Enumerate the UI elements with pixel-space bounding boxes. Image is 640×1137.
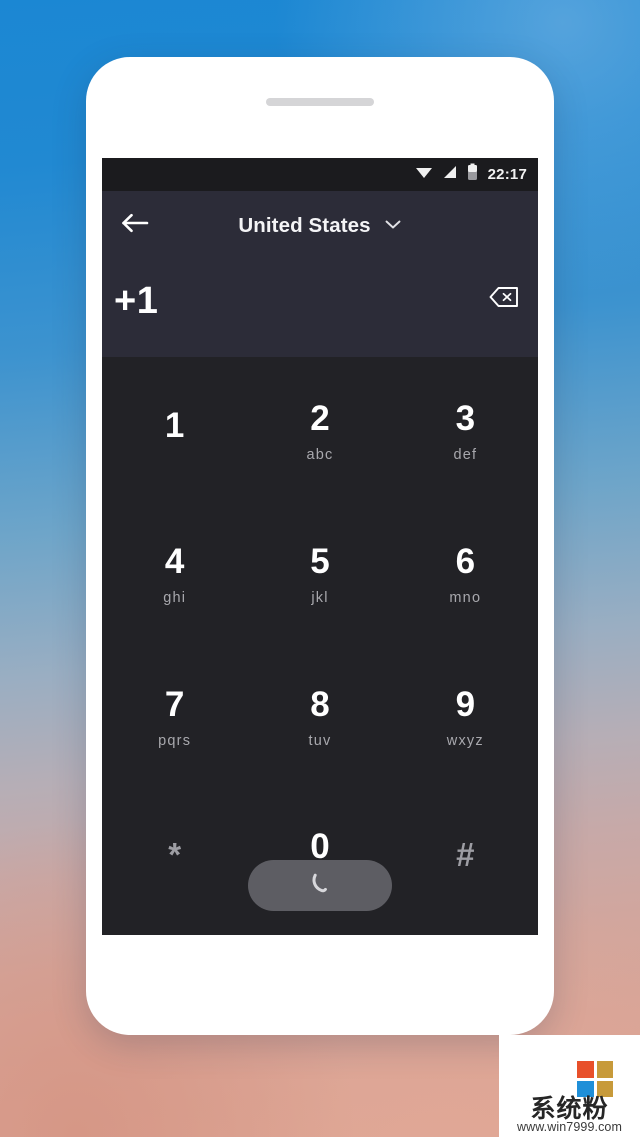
logo-tile-gold-tr xyxy=(596,1061,613,1078)
watermark-url: www.win7999.com xyxy=(516,1120,622,1134)
call-button[interactable] xyxy=(248,860,392,911)
dial-key-3[interactable]: 3 def xyxy=(393,363,538,506)
battery-icon xyxy=(467,163,478,186)
wifi-icon xyxy=(415,164,433,185)
status-bar: 22:17 xyxy=(102,158,538,191)
phone-device-frame: 22:17 United States +1 1 2 abc 3 def 4 g… xyxy=(86,57,554,1035)
phone-handset-icon xyxy=(307,871,333,900)
signal-icon xyxy=(442,164,458,185)
dial-pad-row: 4 ghi 5 jkl 6 mno xyxy=(102,506,538,649)
dial-key-6[interactable]: 6 mno xyxy=(393,506,538,649)
dial-key-digit: 9 xyxy=(455,684,476,724)
speaker-grille xyxy=(266,98,374,106)
dial-key-4[interactable]: 4 ghi xyxy=(102,506,247,649)
dial-key-digit: 8 xyxy=(310,684,330,724)
dial-key-digit: # xyxy=(456,836,475,873)
back-arrow-icon xyxy=(121,212,149,239)
logo-tile-red xyxy=(577,1061,594,1078)
dial-pad-row: 1 2 abc 3 def xyxy=(102,363,538,506)
phone-number-field[interactable]: +1 xyxy=(102,260,538,357)
dial-key-digit: 7 xyxy=(164,684,185,724)
windows-logo-icon xyxy=(577,1061,613,1097)
dial-key-digit: 4 xyxy=(164,541,185,581)
dial-key-letters: mno xyxy=(449,589,482,606)
watermark: 系统粉 www.win7999.com xyxy=(499,1035,640,1137)
dial-key-digit: 3 xyxy=(455,398,476,438)
dial-key-letters: tuv xyxy=(308,732,332,749)
dial-key-letters: jkl xyxy=(311,589,329,606)
dial-pad: 1 2 abc 3 def 4 ghi 5 jkl 6 mno 7 pqrs 8… xyxy=(102,357,538,935)
dial-pad-row: 7 pqrs 8 tuv 9 wxyz xyxy=(102,649,538,792)
chevron-down-icon xyxy=(384,217,402,235)
status-bar-clock: 22:17 xyxy=(487,166,527,183)
dial-key-digit: 6 xyxy=(455,541,476,581)
dial-key-8[interactable]: 8 tuv xyxy=(247,649,392,792)
dial-key-digit: 2 xyxy=(310,398,330,438)
dial-key-hash[interactable]: # xyxy=(393,792,538,935)
dial-key-letters: abc xyxy=(306,446,334,463)
dial-key-star[interactable]: * xyxy=(102,792,247,935)
watermark-title: 系统粉 xyxy=(530,1095,609,1123)
dial-key-letters: ghi xyxy=(163,589,187,606)
dial-key-digit: 5 xyxy=(310,541,330,581)
backspace-icon xyxy=(489,285,519,314)
back-button[interactable] xyxy=(115,206,155,246)
dial-key-digit: 1 xyxy=(164,406,185,445)
dial-key-9[interactable]: 9 wxyz xyxy=(393,649,538,792)
app-bar-title: United States xyxy=(238,213,371,237)
dial-key-5[interactable]: 5 jkl xyxy=(247,506,392,649)
dial-key-letters: wxyz xyxy=(446,732,484,749)
app-bar: United States xyxy=(102,191,538,260)
backspace-button[interactable] xyxy=(486,284,522,314)
country-selector[interactable]: United States xyxy=(102,214,538,238)
dial-key-2[interactable]: 2 abc xyxy=(247,363,392,506)
dial-key-7[interactable]: 7 pqrs xyxy=(102,649,247,792)
dial-key-1[interactable]: 1 xyxy=(102,363,247,506)
phone-number-value: +1 xyxy=(114,280,159,322)
dial-key-digit: 0 xyxy=(310,826,330,866)
dial-key-digit: * xyxy=(168,836,182,873)
dial-key-letters: pqrs xyxy=(158,732,192,749)
phone-screen: 22:17 United States +1 1 2 abc 3 def 4 g… xyxy=(102,158,538,935)
dial-key-letters: def xyxy=(453,446,478,463)
screenshot-stage: 22:17 United States +1 1 2 abc 3 def 4 g… xyxy=(0,0,640,1137)
